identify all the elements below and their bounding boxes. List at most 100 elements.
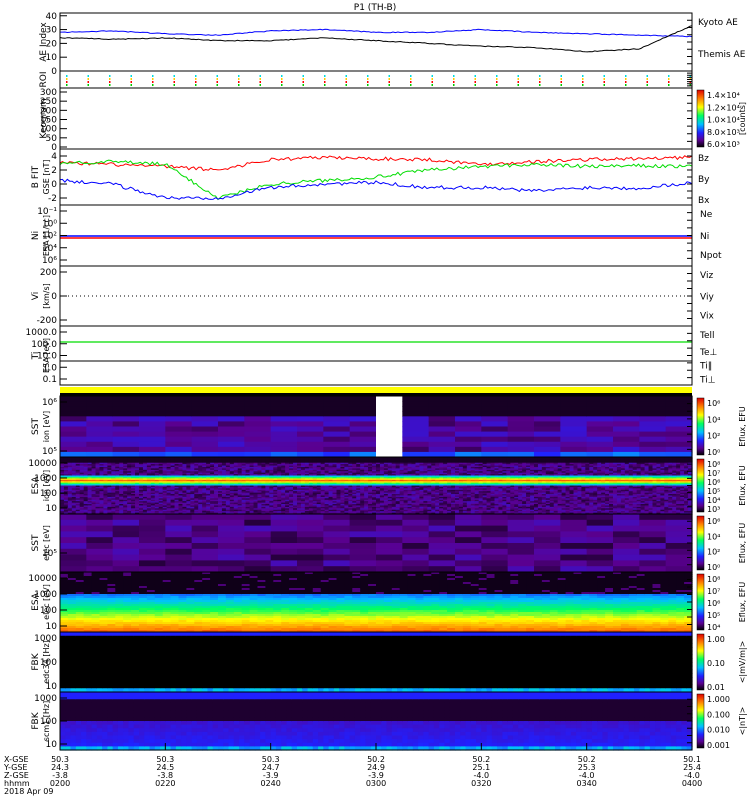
sst-ion-cell <box>60 421 87 428</box>
sst-ion-cell <box>270 431 298 438</box>
sst-ion-cell <box>349 406 377 412</box>
themis-overview-plot: P1 (TH-B) AE Index 0 10 20 30 40 Kyoto AE Themi… <box>0 0 750 800</box>
sst-ion-cell <box>534 416 561 423</box>
sst-ion-cell <box>191 446 219 453</box>
sst-ion-cell <box>191 401 219 407</box>
sst-ion-cell <box>534 441 561 448</box>
sst-ion-cell <box>218 431 245 438</box>
sst-ion-cell <box>244 411 272 417</box>
sst-ion-cell <box>665 411 693 417</box>
sst-ion-cell <box>481 436 509 443</box>
sst-ion-cell <box>297 446 324 453</box>
sst-ion-cell <box>507 441 535 448</box>
sst-ion-cell <box>270 416 298 423</box>
sst-ion-cell <box>507 436 535 443</box>
sst-ion-cell <box>586 396 614 402</box>
sst-ion-cell <box>86 411 114 417</box>
sst-ion-cell <box>112 421 140 428</box>
sst-ion-cell <box>112 436 140 443</box>
sst-ion-cell <box>60 436 87 443</box>
sst-ion-cell <box>323 436 351 443</box>
sst-ion-cell <box>481 421 509 428</box>
sst-ion-cell <box>665 396 693 402</box>
sst-ion-cell <box>139 441 166 448</box>
sst-ion-cell <box>402 406 430 412</box>
sst-ion-cell <box>481 406 509 412</box>
sst-ion-cell <box>297 396 324 402</box>
sst-ion-cell <box>507 421 535 428</box>
sst-ion-cell <box>297 441 324 448</box>
sst-ion-cell <box>297 401 324 407</box>
sst-ion-cell <box>586 401 614 407</box>
sst-ion-cell <box>86 416 114 423</box>
sst-ion-cell <box>349 436 377 443</box>
sst-ion-cell <box>534 401 561 407</box>
sst-ion-cell <box>586 411 614 417</box>
sst-ion-cell <box>534 446 561 453</box>
sst-ion-cell <box>165 431 193 438</box>
sst-ion-cell <box>481 416 509 423</box>
sst-ion-cell <box>60 441 87 448</box>
sst-ion-cell <box>613 416 640 423</box>
sst-ion-cell <box>244 436 272 443</box>
sst-ion-cell <box>586 416 614 423</box>
sst-ion-cell <box>376 416 403 423</box>
sst-ion-cell <box>349 431 377 438</box>
sst-ion-cell <box>402 421 430 428</box>
sst-ion-cell <box>112 446 140 453</box>
sst-ion-cell <box>139 406 166 412</box>
plot-canvas: P1 (TH-B) AE Index010203040Kyoto AEThemi… <box>3 3 747 796</box>
sst-ion-cell <box>60 431 87 438</box>
sst-ion-cell <box>481 426 509 433</box>
sst-ion-cell <box>455 406 482 412</box>
sst-ion-cell <box>639 396 667 402</box>
sst-ion-cell <box>244 406 272 412</box>
sst-ion-cell <box>586 436 614 443</box>
sst-ion-cell <box>191 426 219 433</box>
sst-ion-cell <box>639 421 667 428</box>
sst-ion-cell <box>455 401 482 407</box>
sst-ion-cell <box>139 436 166 443</box>
sst-ion-cell <box>297 431 324 438</box>
sst-ion-cell <box>586 426 614 433</box>
sst-ion-cell <box>244 421 272 428</box>
sst-ion-cell <box>507 396 535 402</box>
sst-ion-cell <box>60 446 87 453</box>
sst-ion-cell <box>60 416 87 423</box>
sst-ion-cell <box>560 416 588 423</box>
sst-ion-cell <box>613 431 640 438</box>
sst-ion-cell <box>270 406 298 412</box>
sst-ion-cell <box>191 411 219 417</box>
sst-ion-cell <box>455 421 482 428</box>
sst-ion-cell <box>165 401 193 407</box>
sst-ion-cell <box>191 421 219 428</box>
sst-ion-cell <box>297 426 324 433</box>
sst-ion-cell <box>86 396 114 402</box>
sst-ion-cell <box>270 396 298 402</box>
sst-ion-cell <box>218 416 245 423</box>
sst-ion-cell <box>639 446 667 453</box>
sst-ion-cell <box>560 436 588 443</box>
sst-ion-cell <box>428 401 456 407</box>
sst-ion-cell <box>218 436 245 443</box>
sst-ion-cell <box>112 441 140 448</box>
sst-ion-cell <box>376 421 403 428</box>
sst-ion-cell <box>481 396 509 402</box>
sst-ion-cell <box>297 416 324 423</box>
sst-ion-cell <box>455 426 482 433</box>
sst-ion-cell <box>376 401 403 407</box>
sst-ion-cell <box>349 396 377 402</box>
sst-ion-cell <box>481 441 509 448</box>
sst-ion-cell <box>86 401 114 407</box>
sst-ion-cell <box>86 431 114 438</box>
plot-title: P1 (TH-B) <box>354 3 396 13</box>
sst-ion-cell <box>586 441 614 448</box>
sst-ion-cell <box>428 416 456 423</box>
sst-ion-cell <box>297 406 324 412</box>
sst-ion-cell <box>270 426 298 433</box>
sst-ion-cell <box>402 401 430 407</box>
sst-ion-cell <box>244 416 272 423</box>
sst-ion-cell <box>349 411 377 417</box>
sst-ion-cell <box>507 431 535 438</box>
sst-ion-cell <box>560 411 588 417</box>
